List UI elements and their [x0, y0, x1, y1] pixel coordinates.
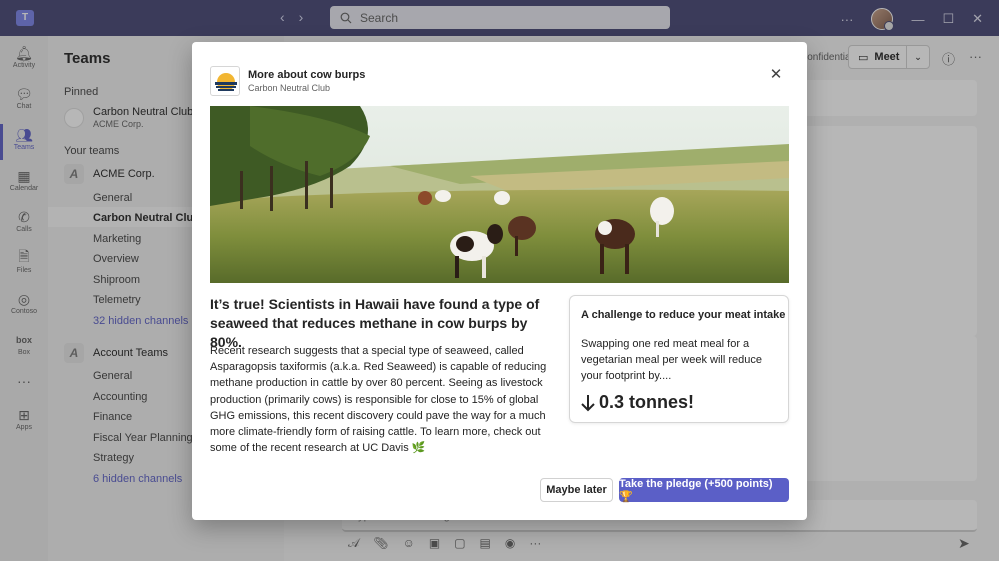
dialog-subtitle: Carbon Neutral Club [248, 83, 331, 93]
arrow-down-icon [581, 394, 595, 411]
challenge-text: Swapping one red meat meal for a vegetar… [581, 338, 762, 383]
close-icon[interactable]: ✕ [767, 66, 785, 84]
take-pledge-button[interactable]: Take the pledge (+500 points) 🏆 [619, 478, 789, 503]
challenge-title: A challenge to reduce your meat intake [581, 309, 786, 321]
challenge-value-text: 0.3 tonnes! [599, 392, 695, 412]
challenge-card: A challenge to reduce your meat intake S… [569, 295, 789, 423]
article-body: Recent research suggests that a special … [210, 345, 547, 455]
hero-image [210, 106, 789, 283]
club-logo-icon [210, 66, 240, 96]
challenge-value: 0.3 tonnes! [581, 392, 694, 413]
dialog-title: More about cow burps [248, 69, 366, 81]
maybe-later-button[interactable]: Maybe later [540, 478, 613, 502]
cow-burps-dialog: More about cow burps Carbon Neutral Club… [192, 42, 807, 520]
